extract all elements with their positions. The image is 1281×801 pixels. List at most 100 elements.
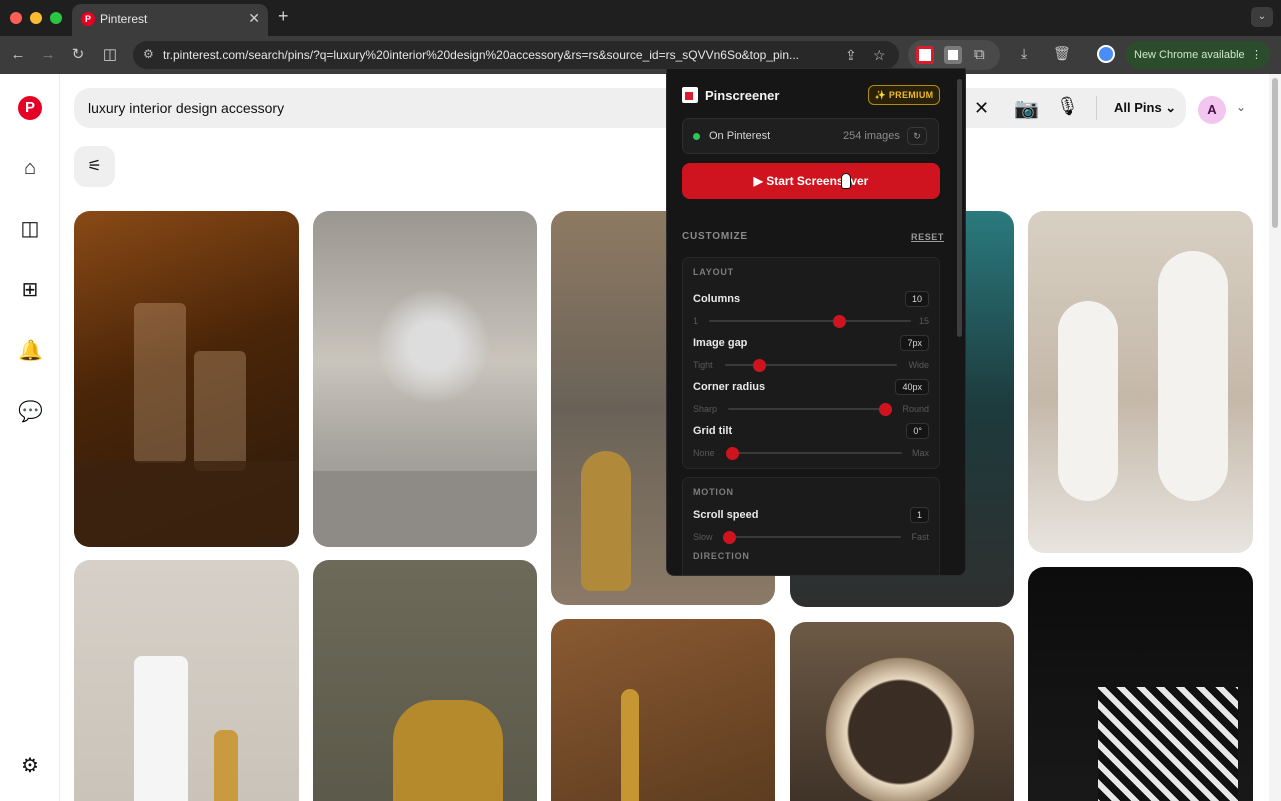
- account-chevron-down-icon[interactable]: ⌄: [1236, 100, 1246, 114]
- microphone-icon[interactable]: 🎙: [1056, 96, 1079, 117]
- grid-tilt-min: None: [693, 448, 715, 458]
- new-tab-button[interactable]: +: [278, 6, 289, 27]
- corner-radius-slider[interactable]: [728, 403, 892, 416]
- image-gap-slider[interactable]: [725, 359, 897, 372]
- page-scrollbar[interactable]: [1269, 74, 1281, 801]
- pinterest-page: P ⌂ ◫ ⊞ 🔔 💬 ⚙ luxury interior design acc…: [0, 74, 1281, 801]
- home-icon[interactable]: ⌂: [18, 156, 42, 180]
- messages-icon[interactable]: 💬: [18, 400, 43, 424]
- chrome-menu-icon[interactable]: ⋮: [1251, 41, 1262, 69]
- grid-tilt-slider[interactable]: [726, 447, 902, 460]
- scroll-speed-min: Slow: [693, 532, 713, 542]
- pinterest-logo-icon[interactable]: P: [18, 96, 42, 120]
- address-bar[interactable]: ⚙ tr.pinterest.com/search/pins/?q=luxury…: [133, 41, 899, 69]
- columns-slider[interactable]: [709, 315, 911, 328]
- image-count: 254 images: [843, 130, 900, 142]
- popup-title: Pinscreener: [705, 88, 780, 103]
- notifications-bell-icon[interactable]: 🔔: [18, 339, 43, 363]
- tab-title: Pinterest: [100, 12, 148, 26]
- corner-radius-value[interactable]: 40px: [895, 379, 929, 395]
- pin-image[interactable]: [1028, 211, 1253, 553]
- extensions-group: ⧉: [908, 40, 1000, 70]
- settings-gear-icon[interactable]: ⚙: [18, 754, 42, 778]
- avatar[interactable]: A: [1198, 96, 1226, 124]
- pinscreener-extension-icon[interactable]: [944, 46, 962, 64]
- direction-heading: DIRECTION: [693, 551, 750, 561]
- pin-image[interactable]: [1028, 567, 1253, 801]
- hand-cursor-icon: [841, 173, 851, 189]
- refresh-icon[interactable]: ↻: [907, 127, 927, 145]
- layout-heading: LAYOUT: [693, 267, 734, 277]
- columns-slider-knob[interactable]: [832, 315, 846, 328]
- back-arrow-icon[interactable]: ←: [8, 45, 28, 65]
- tab-search-button[interactable]: ⌄: [1251, 7, 1273, 27]
- image-gap-label: Image gap: [693, 337, 748, 349]
- scroll-speed-value[interactable]: 1: [909, 507, 929, 523]
- columns-value[interactable]: 10: [904, 291, 929, 307]
- premium-badge[interactable]: ✨ PREMIUM: [868, 85, 940, 105]
- forward-arrow-icon[interactable]: →: [38, 45, 58, 65]
- site-info-icon[interactable]: ⚙: [143, 47, 154, 61]
- reset-button[interactable]: RESET: [911, 232, 944, 242]
- customize-heading: CUSTOMIZE: [682, 231, 748, 242]
- pinscreener-popup: Pinscreener ✨ PREMIUM On Pinterest 254 i…: [666, 68, 966, 576]
- pin-image[interactable]: [313, 211, 537, 547]
- pin-image[interactable]: [74, 560, 299, 801]
- profile-icon[interactable]: [1097, 45, 1115, 63]
- image-gap-value[interactable]: 7px: [900, 335, 929, 351]
- pin-image[interactable]: [313, 560, 537, 801]
- trash-icon[interactable]: 🗑: [1053, 45, 1071, 62]
- columns-label: Columns: [693, 293, 741, 305]
- search-bar[interactable]: luxury interior design accessory ✕ 📷 🎙 A…: [74, 88, 1186, 128]
- minimize-window-button[interactable]: [30, 12, 42, 24]
- grid-tilt-max: Max: [911, 448, 929, 458]
- image-gap-max: Wide: [908, 360, 929, 370]
- tab-bar: P Pinterest ✕ + ⌄: [0, 0, 1281, 36]
- popup-scrollbar[interactable]: [957, 79, 962, 337]
- tab-close-icon[interactable]: ✕: [248, 10, 260, 27]
- pin-filter-dropdown[interactable]: All Pins ⌄: [1114, 100, 1176, 116]
- grid-tilt-value[interactable]: 0°: [906, 423, 929, 439]
- search-divider: [1096, 96, 1097, 120]
- extension-red-icon[interactable]: [916, 46, 934, 64]
- split-view-icon[interactable]: ◫: [100, 45, 120, 65]
- bookmark-star-icon[interactable]: ☆: [873, 47, 886, 64]
- maximize-window-button[interactable]: [50, 12, 62, 24]
- status-card: On Pinterest 254 images ↻: [682, 118, 939, 154]
- install-app-icon[interactable]: ⇪: [845, 47, 857, 64]
- address-url[interactable]: tr.pinterest.com/search/pins/?q=luxury%2…: [163, 48, 843, 62]
- image-gap-slider-knob[interactable]: [753, 359, 767, 372]
- sidebar: P ⌂ ◫ ⊞ 🔔 💬 ⚙: [0, 74, 60, 801]
- layout-group: LAYOUT Columns 10 1 15 Image gap 7px Tig…: [682, 257, 940, 469]
- downloads-icon[interactable]: ⤓: [1021, 45, 1027, 62]
- motion-group: MOTION Scroll speed 1 Slow Fast DIRECTIO…: [682, 477, 940, 575]
- tab-pinterest[interactable]: P Pinterest ✕: [72, 4, 268, 36]
- status-label: On Pinterest: [709, 130, 771, 142]
- clear-search-icon[interactable]: ✕: [974, 98, 989, 119]
- motion-heading: MOTION: [693, 487, 734, 497]
- grid-tilt-label: Grid tilt: [693, 425, 733, 437]
- pin-image[interactable]: [551, 619, 775, 801]
- scroll-speed-max: Fast: [911, 532, 929, 542]
- scroll-speed-slider-knob[interactable]: [723, 531, 736, 544]
- columns-max: 15: [918, 316, 929, 326]
- close-window-button[interactable]: [10, 12, 22, 24]
- camera-search-icon[interactable]: 📷: [1014, 96, 1039, 121]
- status-dot-icon: [693, 133, 700, 140]
- pin-image[interactable]: [74, 211, 299, 547]
- new-chrome-available-button[interactable]: New Chrome available ⋮: [1126, 41, 1270, 69]
- corner-radius-slider-knob[interactable]: [879, 403, 892, 416]
- create-icon[interactable]: ⊞: [18, 278, 42, 302]
- pin-image[interactable]: [790, 622, 1014, 801]
- scroll-speed-slider[interactable]: [723, 531, 901, 544]
- filters-button[interactable]: ⚟: [74, 146, 115, 187]
- reload-icon[interactable]: ↻: [68, 45, 88, 65]
- filter-sliders-icon: ⚟: [87, 158, 102, 175]
- image-gap-min: Tight: [693, 360, 713, 370]
- explore-icon[interactable]: ◫: [18, 217, 42, 241]
- corner-radius-label: Corner radius: [693, 381, 766, 393]
- search-input[interactable]: luxury interior design accessory: [88, 100, 284, 116]
- extensions-puzzle-icon[interactable]: ⧉: [974, 46, 992, 64]
- start-screensaver-button[interactable]: ▶ Start Screensaver: [682, 163, 940, 199]
- grid-tilt-slider-knob[interactable]: [726, 447, 739, 460]
